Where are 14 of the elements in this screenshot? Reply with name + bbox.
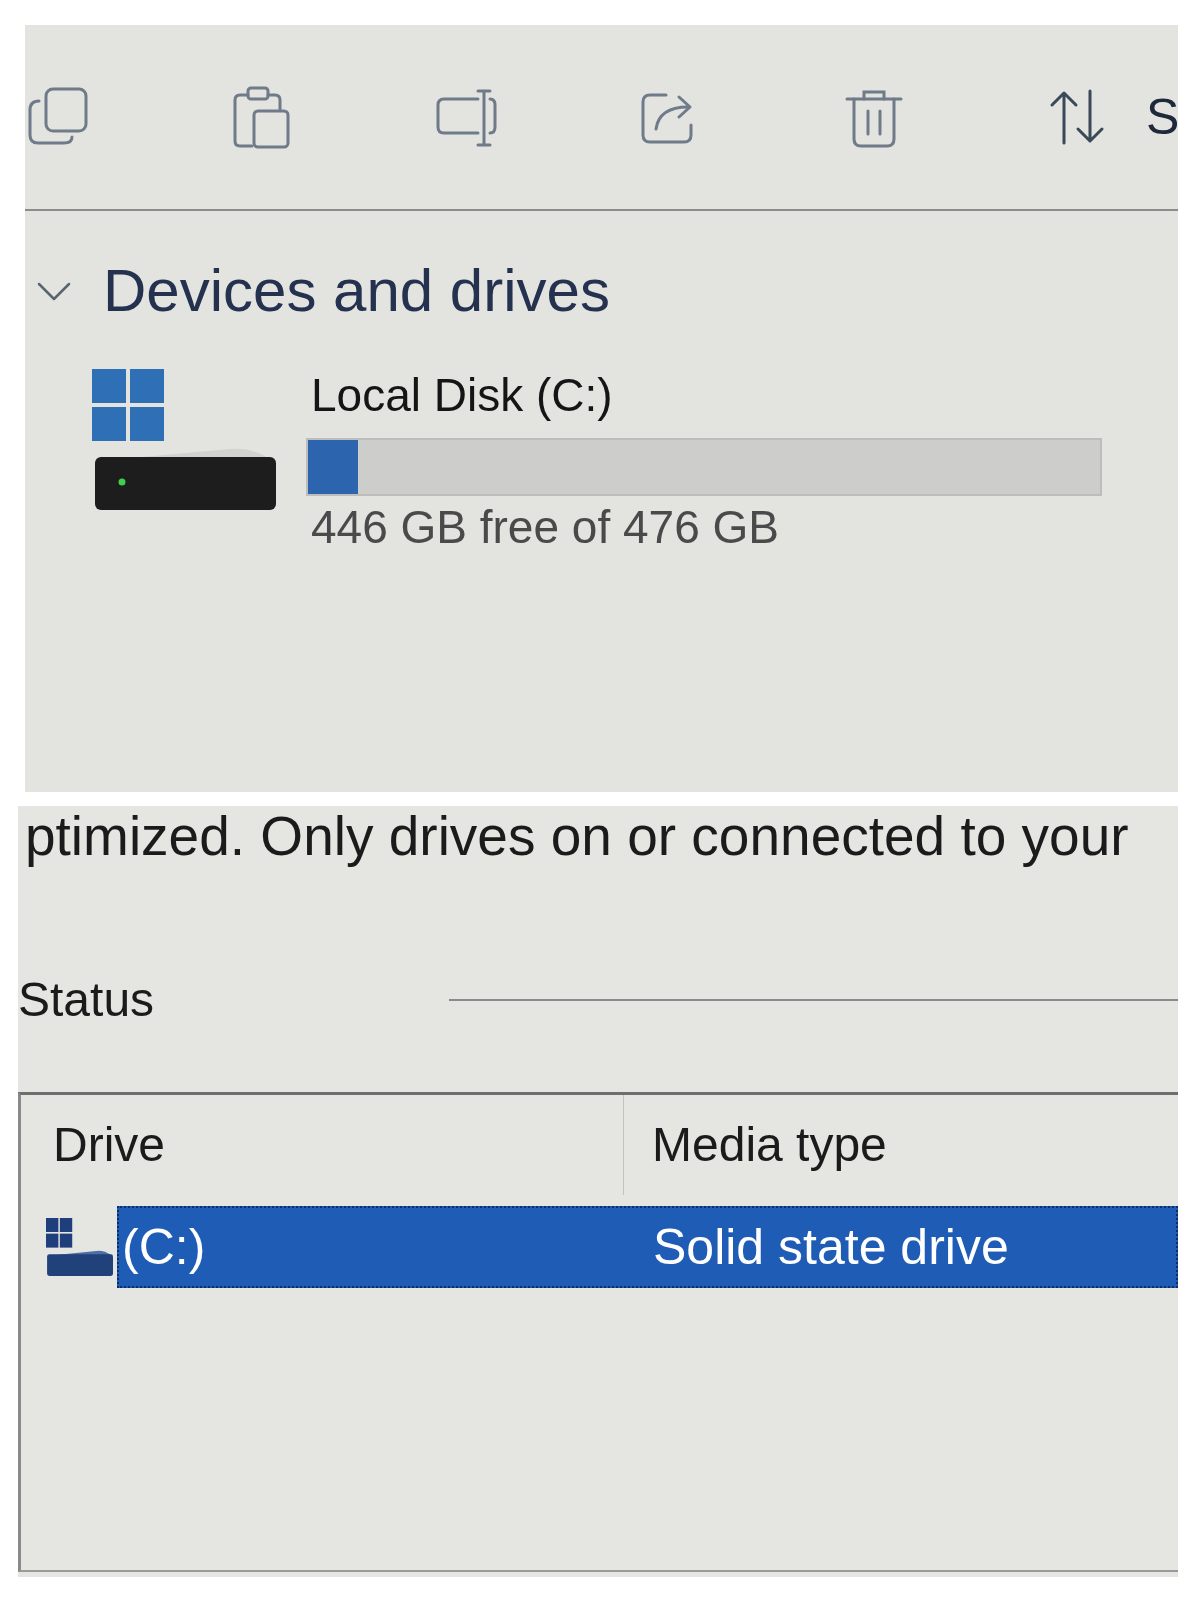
section-heading: Devices and drives: [103, 256, 610, 326]
drive-icon: [46, 1218, 113, 1276]
drive-name[interactable]: Local Disk (C:): [306, 369, 1102, 421]
description-text: ptimized. Only drives on or connected to your: [24, 806, 1130, 866]
status-label: Status: [18, 972, 155, 1028]
column-header[interactable]: Drive: [21, 1095, 624, 1195]
chevron-icon[interactable]: [36, 280, 72, 302]
column-header[interactable]: Media type: [624, 1095, 887, 1195]
table-cell-text: (C:): [121, 1218, 207, 1277]
sort-label[interactable]: S: [1146, 87, 1178, 147]
drive-icon: [92, 369, 276, 510]
free-space-text: 446 GB free of 476 GB: [310, 501, 780, 553]
table-cell-text: Solid state drive: [653, 1218, 1009, 1277]
table-row[interactable]: (C:) Solid state drive: [117, 1206, 1178, 1288]
